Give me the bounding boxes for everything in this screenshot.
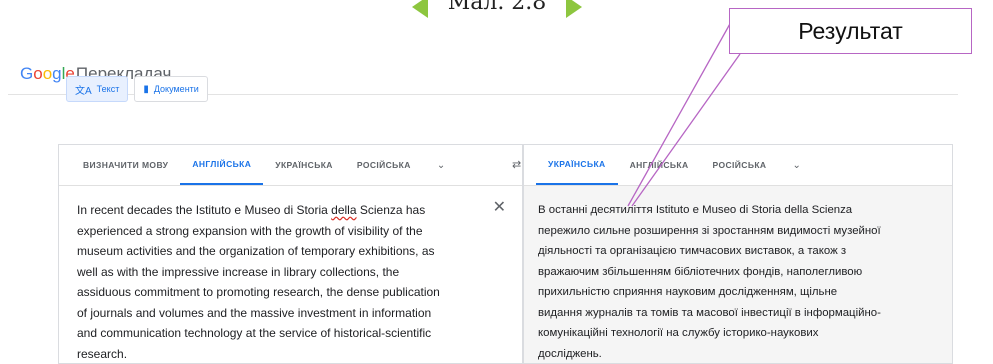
chevron-down-icon[interactable]: ⌄ [778, 160, 814, 171]
figure: Мал. 2.8 GoogleПерекладач 文A Текст ▮ Док… [0, 0, 993, 364]
logo-letter: o [42, 64, 53, 83]
close-icon[interactable]: ✕ [493, 197, 506, 217]
mode-documents-label: Документи [153, 84, 199, 94]
document-icon: ▮ [143, 83, 149, 95]
caption-left-arrow [412, 0, 428, 18]
source-text-input[interactable]: In recent decades the Istituto e Museo d… [59, 186, 522, 364]
translate-app: GoogleПерекладач 文A Текст ▮ Документи ВИ… [8, 56, 958, 364]
source-text-after: Scienza has experienced a strong expansi… [77, 203, 440, 361]
chevron-down-icon[interactable]: ⌄ [423, 160, 459, 171]
spellcheck-flagged-word[interactable]: della [331, 203, 356, 217]
caption-right-arrow [566, 0, 582, 18]
logo-letter: G [20, 64, 34, 83]
target-panel: УКРАЇНСЬКА АНГЛІЙСЬКА РОСІЙСЬКА ⌄ В оста… [523, 144, 953, 364]
figure-caption: Мал. 2.8 [412, 0, 582, 26]
mode-switcher: 文A Текст ▮ Документи [66, 76, 208, 102]
swap-languages-icon[interactable]: ⇄ [512, 158, 521, 171]
source-panel: ВИЗНАЧИТИ МОВУ АНГЛІЙСЬКА УКРАЇНСЬКА РОС… [58, 144, 523, 364]
logo-letter: o [33, 64, 43, 83]
translation-output: В останні десятиліття Istituto e Museo d… [538, 204, 881, 360]
source-lang-english[interactable]: АНГЛІЙСЬКА [180, 145, 264, 185]
target-lang-russian[interactable]: РОСІЙСЬКА [701, 145, 779, 185]
result-callout: Результат [729, 8, 972, 54]
translate-icon: 文A [75, 85, 92, 97]
source-text-before: In recent decades the Istituto e Museo d… [77, 203, 332, 217]
source-lang-ukrainian[interactable]: УКРАЇНСЬКА [263, 145, 345, 185]
mode-text-label: Текст [96, 84, 120, 94]
source-lang-detect[interactable]: ВИЗНАЧИТИ МОВУ [71, 145, 180, 185]
caption-text: Мал. 2.8 [447, 0, 547, 15]
target-language-bar: УКРАЇНСЬКА АНГЛІЙСЬКА РОСІЙСЬКА ⌄ [524, 145, 952, 186]
source-language-bar: ВИЗНАЧИТИ МОВУ АНГЛІЙСЬКА УКРАЇНСЬКА РОС… [59, 145, 522, 186]
source-lang-russian[interactable]: РОСІЙСЬКА [345, 145, 423, 185]
logo-letter: g [52, 64, 62, 83]
target-lang-english[interactable]: АНГЛІЙСЬКА [618, 145, 701, 185]
mode-documents-button[interactable]: ▮ Документи [134, 76, 208, 102]
target-lang-ukrainian[interactable]: УКРАЇНСЬКА [536, 145, 618, 185]
mode-text-button[interactable]: 文A Текст [66, 76, 129, 102]
